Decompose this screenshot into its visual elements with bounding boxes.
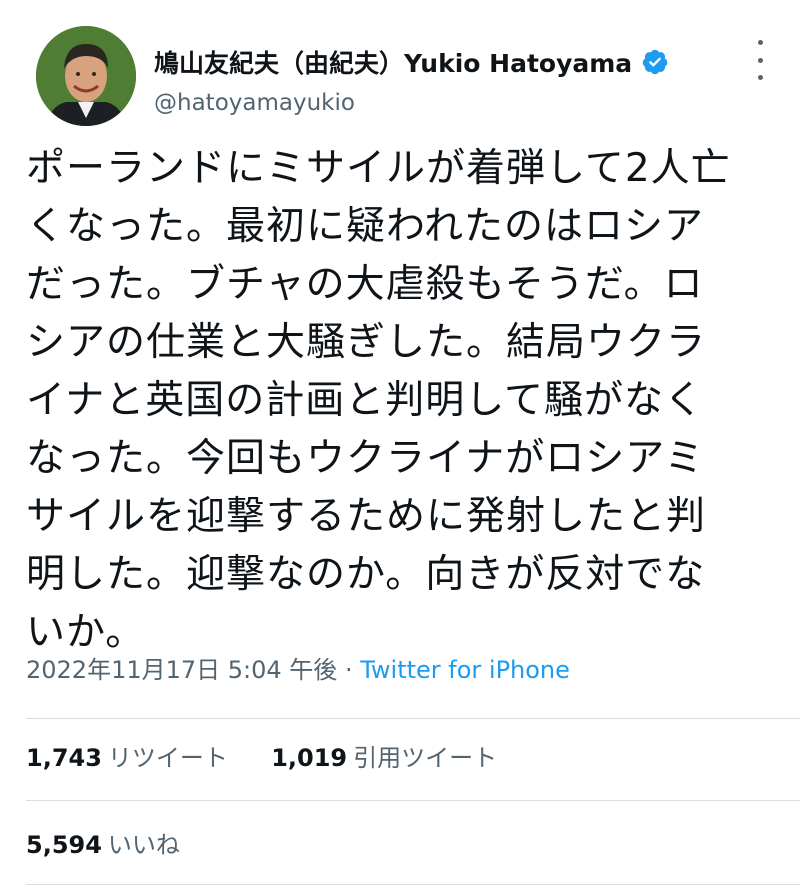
- tweet-text-line: 明した。迎撃なのか。向きが反対でな: [26, 552, 706, 597]
- tweet-text-line: だった。ブチャの大虐殺もそうだ。ロ: [26, 262, 704, 307]
- more-options-icon[interactable]: [750, 40, 770, 80]
- tweet-meta: 2022年11月17日 5:04 午後 · Twitter for iPhone: [26, 650, 570, 685]
- likes-count: 5,594: [26, 831, 102, 859]
- tweet-text-line: なった。今回もウクライナがロシアミ: [26, 436, 705, 481]
- tweet-source-link[interactable]: Twitter for iPhone: [360, 656, 570, 684]
- likes-stat[interactable]: 5,594 いいね: [26, 831, 180, 859]
- author-display-name[interactable]: 鳩山友紀夫（由紀夫）Yukio Hatoyama: [154, 44, 632, 80]
- quotes-label: 引用ツイート: [353, 744, 498, 772]
- tweet-text-line: くなった。最初に疑われたのはロシア: [26, 204, 705, 249]
- retweets-stat[interactable]: 1,743 リツイート: [26, 744, 228, 772]
- tweet-text-line: サイルを迎撃するために発射したと判: [26, 494, 707, 539]
- tweet-text-line: イナと英国の計画と判明して騒がなく: [26, 378, 705, 423]
- avatar[interactable]: [36, 26, 136, 126]
- verified-badge-icon: [642, 49, 668, 75]
- tweet-timestamp[interactable]: 2022年11月17日 5:04 午後: [26, 656, 337, 684]
- retweets-count: 1,743: [26, 744, 102, 772]
- tweet-text-line: ポーランドにミサイルが着弾して2人亡: [26, 146, 731, 191]
- retweet-stats-row: 1,743 リツイート 1,019 引用ツイート: [26, 738, 497, 773]
- quotes-stat[interactable]: 1,019 引用ツイート: [271, 744, 497, 772]
- author-handle[interactable]: @hatoyamayukio: [154, 90, 355, 116]
- divider: [26, 800, 800, 801]
- divider: [26, 718, 800, 719]
- tweet-text: ポーランドにミサイルが着弾して2人亡 くなった。最初に疑われたのはロシア だった。ブ…: [26, 140, 786, 662]
- likes-stats-row: 5,594 いいね: [26, 825, 180, 860]
- author-name-row: 鳩山友紀夫（由紀夫）Yukio Hatoyama: [154, 42, 669, 82]
- likes-label: いいね: [107, 831, 180, 859]
- divider: [26, 884, 800, 885]
- tweet-text-line: シアの仕業と大騒ぎした。結局ウクラ: [26, 320, 707, 365]
- meta-separator: ·: [337, 656, 361, 684]
- quotes-count: 1,019: [271, 744, 348, 772]
- avatar-photo-icon: [36, 26, 136, 126]
- retweets-label: リツイート: [107, 744, 228, 772]
- tweet-header: 鳩山友紀夫（由紀夫）Yukio Hatoyama @hatoyamayukio: [36, 26, 776, 136]
